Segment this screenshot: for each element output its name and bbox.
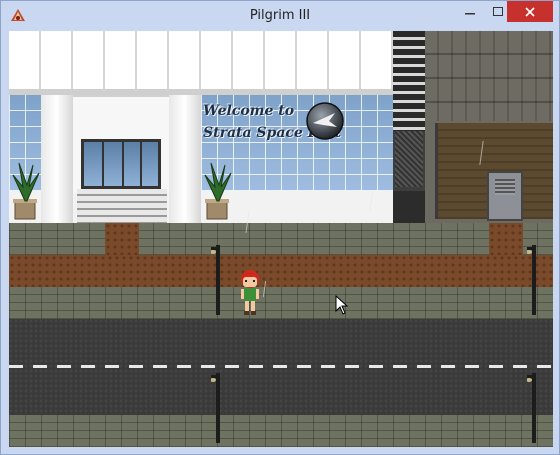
door-frame-bar [102,142,104,186]
tower-grate [395,131,423,187]
title-bar[interactable]: Pilgrim III [1,1,559,31]
close-button[interactable] [507,1,553,22]
maximize-icon [493,6,503,16]
door-frame-bar [122,142,124,186]
entrance-door[interactable] [81,139,161,189]
road [9,319,553,415]
stone-plaza [9,223,553,255]
roof-panels [9,31,393,95]
tower-stripes [393,31,425,131]
pillar-right [169,95,201,223]
minimize-button[interactable] [456,1,484,22]
sign-line-1: Welcome to [203,103,295,119]
space-port-logo-icon [306,102,344,140]
warehouse-roof-rows [425,31,553,121]
potted-plant-left [12,162,40,220]
entrance-steps [77,189,167,223]
player-character[interactable] [237,267,263,319]
street-lamp-icon [527,373,536,443]
street-lamp-icon [527,245,536,315]
game-window: Pilgrim III Welcome to Strata Space Port [0,0,560,455]
street-lamp-icon [211,245,220,315]
potted-plant-right [204,162,232,220]
dirt-path-left [105,223,139,255]
close-icon [525,6,535,17]
stone-sidewalk-bottom [9,415,553,447]
minimize-icon [465,12,475,14]
street-lamp-icon [211,373,220,443]
dirt-walkway [9,255,553,287]
door-frame-bar [140,142,142,186]
mouse-cursor-icon [335,295,349,315]
pillar-left [41,95,73,223]
dark-tower [393,31,425,191]
dirt-path-right [489,223,523,255]
door-vent [495,179,515,195]
game-viewport[interactable]: Welcome to Strata Space Port [9,31,553,447]
road-center-line [9,365,553,368]
warehouse-door[interactable] [487,171,523,221]
stone-sidewalk [9,287,553,319]
